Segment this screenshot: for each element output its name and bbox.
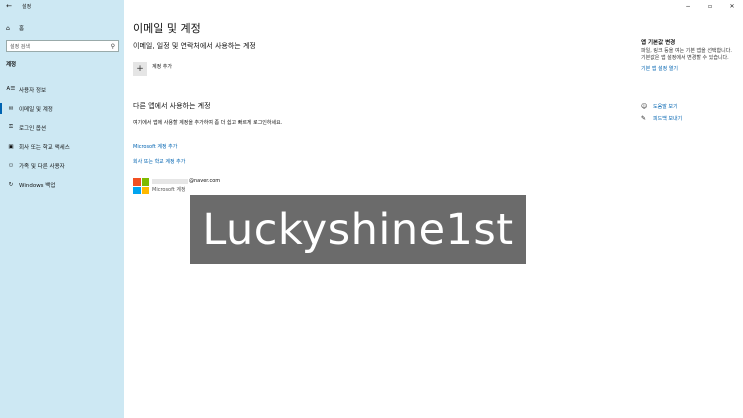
feedback-link[interactable]: 피드백 보내기 — [653, 115, 682, 122]
get-help-link[interactable]: 도움말 보기 — [653, 103, 678, 110]
logo-green-square — [141, 178, 149, 186]
page-title: 이메일 및 계정 — [133, 22, 201, 35]
related-settings: 앱 기본값 변경 파일, 링크 등을 여는 기본 앱을 선택합니다. 기본값은 … — [641, 38, 736, 72]
sidebar-nav: Ꭺ☰ 사용자 정보 ✉ 이메일 및 계정 ⚿ 로그인 옵션 ▣ 회사 또는 학교… — [0, 80, 124, 194]
main-content: − ▫ ✕ 이메일 및 계정 이메일, 일정 및 연락처에서 사용하는 계정 +… — [124, 0, 743, 418]
account-type: Microsoft 계정 — [152, 187, 186, 193]
watermark-overlay: Luckyshine1st — [190, 195, 526, 264]
help-chat-icon: ☺ — [641, 102, 648, 110]
sidebar-item-label: 사용자 정보 — [19, 87, 47, 94]
sidebar-item-label: 회사 또는 학교 액세스 — [19, 144, 70, 151]
other-apps-heading: 다른 앱에서 사용하는 계정 — [133, 102, 211, 110]
sidebar-item-work-school[interactable]: ▣ 회사 또는 학교 액세스 — [0, 137, 124, 156]
related-title: 앱 기본값 변경 — [641, 40, 676, 46]
sidebar-item-sign-in-options[interactable]: ⚿ 로그인 옵션 — [0, 118, 124, 137]
key-icon: ⚿ — [8, 124, 14, 130]
plus-icon: + — [133, 62, 147, 76]
briefcase-icon: ▣ — [8, 143, 14, 150]
people-icon: ⚇ — [8, 162, 14, 169]
logo-blue-square — [133, 186, 141, 194]
sidebar-item-label: 가족 및 다른 사용자 — [19, 163, 65, 170]
sidebar-item-windows-backup[interactable]: ↻ Windows 백업 — [0, 175, 124, 194]
open-default-apps-link[interactable]: 기본 앱 설정 열기 — [641, 65, 736, 72]
email-accounts-heading: 이메일, 일정 및 연락처에서 사용하는 계정 — [133, 42, 256, 50]
add-work-school-account-link[interactable]: 회사 또는 학교 계정 추가 — [133, 158, 185, 165]
maximize-button[interactable]: ▫ — [699, 0, 721, 12]
sync-icon: ↻ — [8, 181, 14, 188]
search-icon[interactable]: ⚲ — [111, 43, 115, 50]
sidebar-item-label: Windows 백업 — [19, 182, 56, 189]
watermark-text: Luckyshine1st — [202, 204, 514, 255]
close-button[interactable]: ✕ — [721, 0, 743, 12]
account-email: @naver.com — [152, 178, 220, 184]
add-microsoft-account-link[interactable]: Microsoft 계정 추가 — [133, 143, 177, 150]
account-email-suffix: @naver.com — [189, 178, 221, 184]
home-icon: ⌂ — [6, 24, 10, 32]
add-account-button[interactable]: + 계정 추가 — [133, 62, 172, 76]
settings-search-box[interactable]: 설정 검색 ⚲ — [6, 40, 119, 52]
sidebar-section-title: 계정 — [6, 62, 17, 68]
other-apps-description: 여기에서 앱에 사용할 계정을 추가하여 좀 더 쉽고 빠르게 로그인하세요. — [133, 120, 283, 126]
add-account-label: 계정 추가 — [152, 63, 172, 70]
sidebar-item-family-users[interactable]: ⚇ 가족 및 다른 사용자 — [0, 156, 124, 175]
sidebar-item-your-info[interactable]: Ꭺ☰ 사용자 정보 — [0, 80, 124, 99]
title-bar: ← 설정 — [0, 0, 124, 12]
settings-sidebar: ← 설정 ⌂ 홈 설정 검색 ⚲ 계정 Ꭺ☰ 사용자 정보 ✉ 이메일 및 계정… — [0, 0, 124, 418]
user-info-icon: Ꭺ☰ — [6, 86, 16, 92]
get-help-row[interactable]: ☺ 도움말 보기 — [641, 100, 682, 112]
search-placeholder: 설정 검색 — [10, 43, 30, 50]
back-button[interactable]: ← — [2, 0, 16, 12]
sidebar-item-email-accounts[interactable]: ✉ 이메일 및 계정 — [0, 99, 124, 118]
help-section: ☺ 도움말 보기 ✎ 피드백 보내기 — [641, 100, 682, 124]
minimize-button[interactable]: − — [677, 0, 699, 12]
app-title: 설정 — [22, 3, 32, 10]
sidebar-item-label: 로그인 옵션 — [19, 125, 47, 132]
logo-yellow-square — [141, 186, 149, 194]
account-entry[interactable]: @naver.com Microsoft 계정 — [133, 178, 220, 194]
account-text: @naver.com Microsoft 계정 — [152, 178, 220, 194]
related-description: 파일, 링크 등을 여는 기본 앱을 선택합니다. 기본값은 앱 설정에서 변경… — [641, 48, 732, 61]
feedback-icon: ✎ — [641, 114, 647, 122]
feedback-row[interactable]: ✎ 피드백 보내기 — [641, 112, 682, 124]
logo-red-square — [133, 178, 141, 186]
window-controls: − ▫ ✕ — [677, 0, 743, 12]
home-label: 홈 — [19, 26, 25, 32]
redacted-username — [152, 178, 188, 184]
mail-icon: ✉ — [8, 105, 14, 112]
sidebar-item-label: 이메일 및 계정 — [19, 106, 53, 113]
home-nav-item[interactable]: ⌂ 홈 — [0, 22, 124, 34]
microsoft-logo-icon — [133, 178, 149, 194]
